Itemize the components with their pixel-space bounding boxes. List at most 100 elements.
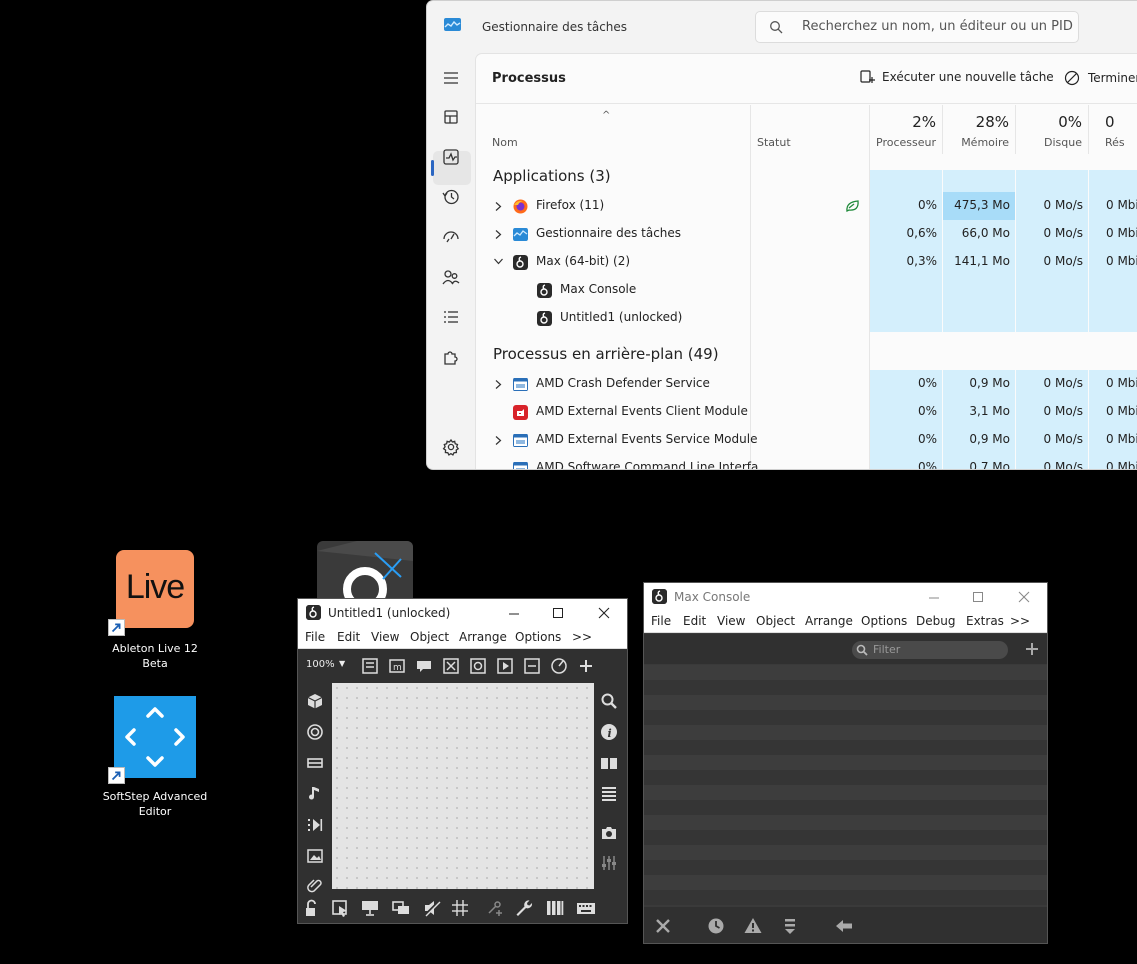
performance-icon[interactable] — [441, 147, 461, 167]
wrench-icon[interactable] — [514, 898, 534, 918]
menu-object[interactable]: Object — [756, 614, 795, 628]
image-icon[interactable] — [305, 846, 325, 866]
dial-object-icon[interactable] — [549, 656, 569, 676]
mute-audio-icon[interactable] — [422, 898, 442, 918]
snapshot-camera-icon[interactable] — [599, 823, 619, 843]
menu-extras[interactable]: Extras — [966, 614, 1004, 628]
menu-more[interactable]: >> — [1010, 614, 1030, 628]
presentation-screen-icon[interactable] — [360, 898, 380, 918]
add-object-icon[interactable] — [576, 656, 596, 676]
chevron-down-icon[interactable] — [494, 257, 503, 266]
back-arrow-icon[interactable] — [834, 916, 854, 936]
col-header-cpu[interactable]: 2% Processeur — [870, 105, 943, 154]
music-note-icon[interactable] — [305, 784, 325, 804]
menu-object[interactable]: Object — [410, 630, 449, 644]
grid-icon[interactable] — [450, 898, 470, 918]
ableton-live-desktop-icon[interactable]: Live — [116, 550, 194, 628]
table-row-firefox[interactable]: Firefox (11) 0% 475,3 Mo 0 Mo/s 0 Mbit — [476, 192, 1137, 220]
title-bar[interactable]: Gestionnaire des tâches Recherchez un no… — [427, 1, 1137, 53]
play-media-icon[interactable] — [495, 656, 515, 676]
add-icon[interactable] — [1025, 642, 1039, 656]
col-header-status[interactable]: Statut — [751, 105, 870, 154]
patcher-title-bar[interactable]: Untitled1 (unlocked) — [298, 599, 627, 627]
book-reference-icon[interactable] — [599, 753, 619, 773]
presentation-mode-icon[interactable] — [330, 898, 350, 918]
close-icon[interactable] — [1014, 587, 1034, 607]
col-header-name[interactable]: Nom — [476, 105, 751, 154]
menu-view[interactable]: View — [371, 630, 399, 644]
col-header-memory[interactable]: 28% Mémoire — [943, 105, 1016, 154]
menu-file[interactable]: File — [305, 630, 325, 644]
softstep-editor-label[interactable]: SoftStep Advanced Editor — [100, 789, 210, 819]
menu-file[interactable]: File — [651, 614, 671, 628]
connection-patch-icon[interactable] — [484, 898, 504, 918]
target-circle-icon[interactable] — [305, 722, 325, 742]
console-log-area[interactable] — [644, 665, 1047, 905]
table-row-amd-crash-defender[interactable]: AMD Crash Defender Service 0% 0,9 Mo 0 M… — [476, 370, 1137, 398]
chevron-right-icon[interactable] — [494, 436, 503, 445]
menu-edit[interactable]: Edit — [683, 614, 706, 628]
minimize-icon[interactable] — [504, 603, 524, 623]
table-row-max-console[interactable]: Max Console — [476, 276, 1137, 304]
group-header-background[interactable]: Processus en arrière-plan (49) — [493, 345, 719, 363]
details-icon[interactable] — [441, 307, 461, 327]
clear-console-icon[interactable] — [653, 916, 673, 936]
minimize-icon[interactable] — [924, 587, 944, 607]
table-row-untitled1[interactable]: Untitled1 (unlocked) — [476, 304, 1137, 332]
maximize-icon[interactable] — [968, 587, 988, 607]
maximize-icon[interactable] — [548, 603, 568, 623]
zoom-dropdown-icon[interactable]: ▼ — [339, 659, 345, 668]
mixer-sliders-icon[interactable] — [599, 853, 619, 873]
menu-options[interactable]: Options — [861, 614, 907, 628]
settings-gear-icon[interactable] — [441, 437, 461, 457]
table-row-max[interactable]: Max (64-bit) (2) 0,3% 141,1 Mo 0 Mo/s 0 … — [476, 248, 1137, 276]
object-cube-icon[interactable] — [305, 691, 325, 711]
keyboard-icon[interactable] — [576, 898, 596, 918]
lock-unlocked-icon[interactable] — [303, 898, 323, 918]
toggle-icon[interactable] — [441, 656, 461, 676]
filter-input[interactable]: Filter — [852, 641, 1008, 659]
menu-arrange[interactable]: Arrange — [805, 614, 853, 628]
processes-icon[interactable] — [441, 107, 461, 127]
collapse-messages-icon[interactable] — [780, 916, 800, 936]
menu-edit[interactable]: Edit — [337, 630, 360, 644]
ableton-live-label[interactable]: Ableton Live 12 Beta — [100, 641, 210, 671]
panel-bar-icon[interactable] — [305, 753, 325, 773]
group-header-apps[interactable]: Applications (3) — [493, 167, 611, 185]
menu-options[interactable]: Options — [515, 630, 561, 644]
hamburger-menu-icon[interactable] — [441, 68, 461, 88]
chevron-right-icon[interactable] — [494, 230, 503, 239]
paperclip-icon[interactable] — [305, 875, 325, 895]
slider-object-icon[interactable] — [522, 656, 542, 676]
table-row-amd-external-events-client[interactable]: AMD External Events Client Module 0% 3,1… — [476, 398, 1137, 426]
timestamp-clock-icon[interactable] — [706, 916, 726, 936]
table-row-task-manager[interactable]: Gestionnaire des tâches 0,6% 66,0 Mo 0 M… — [476, 220, 1137, 248]
table-row-amd-software-cli[interactable]: AMD Software Command Line Interfa... 0% … — [476, 454, 1137, 469]
zoom-level[interactable]: 100% — [306, 659, 335, 670]
patcher-canvas[interactable] — [332, 683, 594, 889]
softstep-editor-desktop-icon[interactable] — [114, 696, 196, 778]
search-input[interactable]: Recherchez un nom, un éditeur ou un PID — [755, 11, 1079, 43]
piano-keys-icon[interactable] — [545, 898, 565, 918]
comment-icon[interactable] — [414, 656, 434, 676]
end-task-button[interactable]: Terminer — [1064, 70, 1137, 86]
message-box-icon[interactable]: m — [387, 656, 407, 676]
app-history-icon[interactable] — [441, 187, 461, 207]
menu-debug[interactable]: Debug — [916, 614, 955, 628]
menu-more[interactable]: >> — [572, 630, 592, 644]
menu-view[interactable]: View — [717, 614, 745, 628]
col-header-disk[interactable]: 0% Disque — [1016, 105, 1089, 154]
info-icon[interactable]: i — [599, 722, 619, 742]
close-icon[interactable] — [594, 603, 614, 623]
chevron-right-icon[interactable] — [494, 380, 503, 389]
presentation-frame-icon[interactable] — [360, 656, 380, 676]
media-play-icon[interactable] — [305, 815, 325, 835]
max-desktop-icon[interactable] — [317, 541, 413, 601]
users-icon[interactable] — [441, 267, 461, 287]
button-object-icon[interactable] — [468, 656, 488, 676]
startup-apps-icon[interactable] — [441, 227, 461, 247]
table-row-amd-external-events-service[interactable]: AMD External Events Service Module 0% 0,… — [476, 426, 1137, 454]
list-icon[interactable] — [599, 784, 619, 804]
col-header-network[interactable]: 0 Rés — [1089, 105, 1137, 154]
console-title-bar[interactable]: Max Console — [644, 583, 1047, 611]
